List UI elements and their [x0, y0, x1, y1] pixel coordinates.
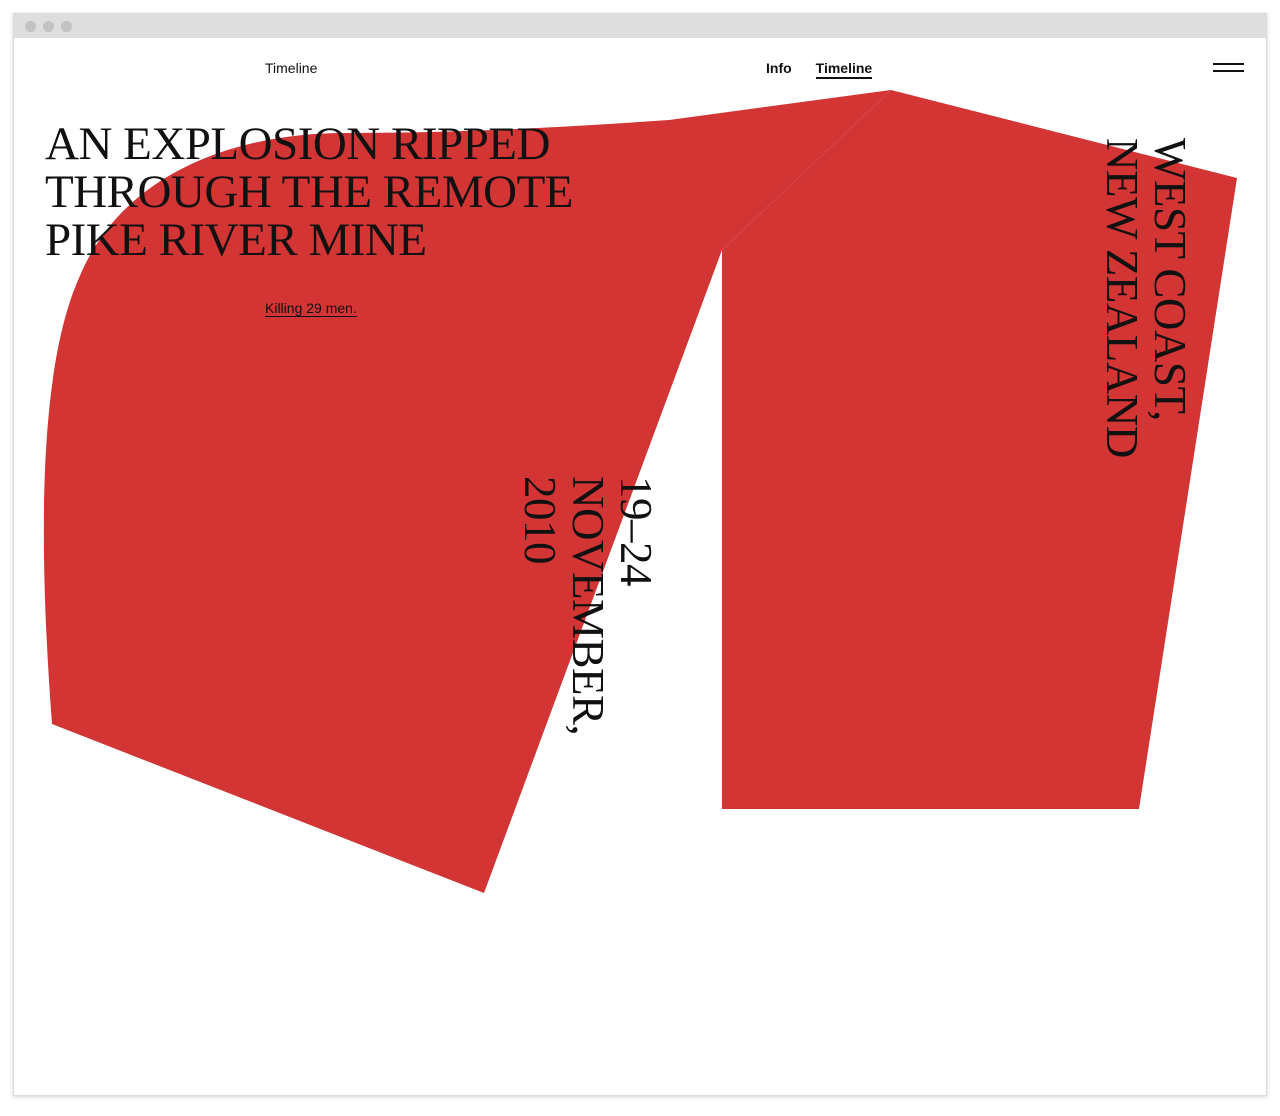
page-content: Timeline Info Timeline AN EXPLOSION RIPP… [14, 38, 1266, 1095]
window-minimize-dot[interactable] [43, 21, 54, 32]
browser-window: Timeline Info Timeline AN EXPLOSION RIPP… [13, 13, 1267, 1096]
nav-info-link[interactable]: Info [766, 60, 792, 79]
headline-line: THROUGH THE REMOTE [45, 166, 574, 218]
location-line: NEW ZEALAND [1097, 138, 1147, 458]
nav-timeline-link[interactable]: Timeline [265, 60, 317, 76]
date-line: 2010 [515, 476, 565, 564]
event-location: WEST COAST, NEW ZEALAND [1097, 138, 1195, 458]
window-maximize-dot[interactable] [61, 21, 72, 32]
event-date: 19–24 NOVEMBER, 2010 [515, 476, 661, 736]
date-line: NOVEMBER, [563, 476, 613, 736]
location-line: WEST COAST, [1145, 138, 1195, 421]
page-headline: AN EXPLOSION RIPPED THROUGH THE REMOTE P… [45, 118, 574, 266]
nav-timeline-tab[interactable]: Timeline [815, 60, 873, 79]
browser-titlebar [14, 14, 1266, 38]
headline-line: AN EXPLOSION RIPPED [45, 118, 550, 170]
hamburger-menu-icon[interactable] [1212, 60, 1246, 78]
main-nav: Info Timeline [766, 60, 873, 79]
date-line: 19–24 [611, 476, 661, 586]
headline-line: PIKE RIVER MINE [45, 214, 427, 266]
killing-29-men-link[interactable]: Killing 29 men. [265, 300, 357, 316]
window-close-dot[interactable] [25, 21, 36, 32]
